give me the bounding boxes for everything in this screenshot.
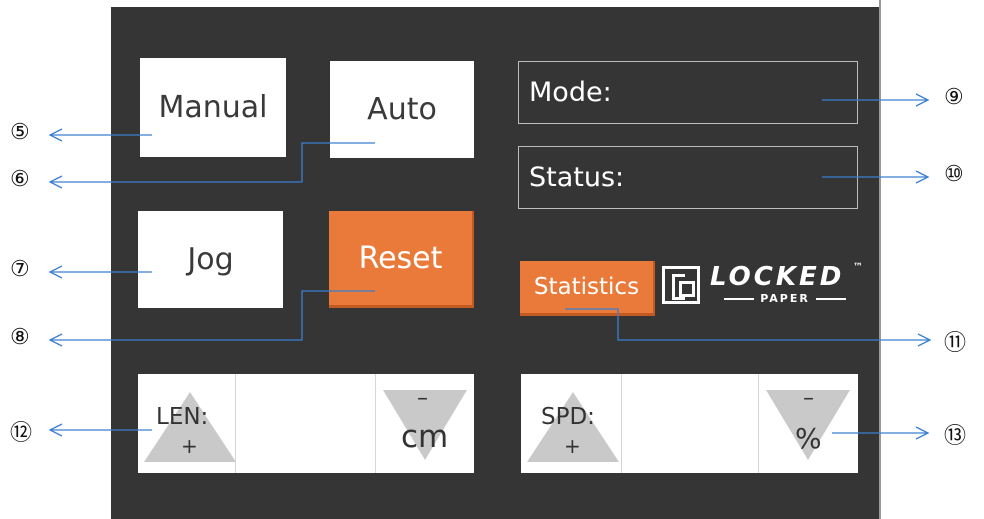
callout-5: ⑤ <box>10 120 30 145</box>
callout-lines <box>48 93 932 440</box>
callout-8: ⑧ <box>10 325 30 350</box>
callout-13: ⑬ <box>944 424 967 449</box>
callout-9: ⑨ <box>944 85 964 110</box>
callout-12: ⑫ <box>10 421 33 446</box>
callout-7: ⑦ <box>10 257 30 282</box>
callout-10: ⑩ <box>944 162 964 187</box>
callout-6: ⑥ <box>10 167 30 192</box>
callout-11: ⑪ <box>944 331 967 356</box>
